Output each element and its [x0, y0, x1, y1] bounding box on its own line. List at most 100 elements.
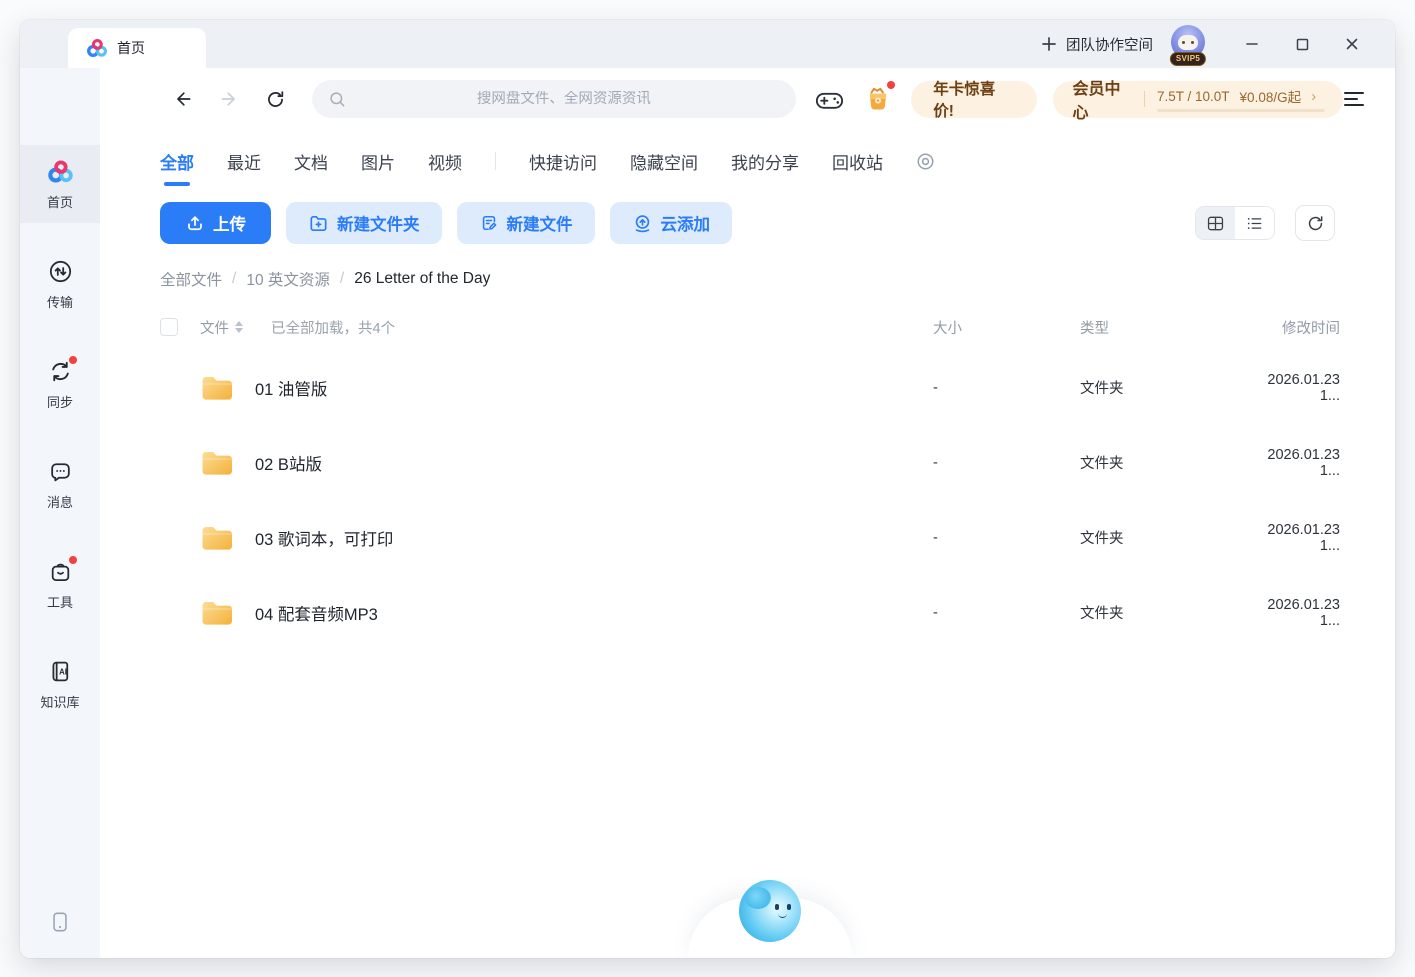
tab-home[interactable]: 首页: [68, 28, 206, 68]
file-size: -: [933, 530, 1080, 546]
gift-badge-dot: [887, 81, 895, 89]
file-name: 03 歌词本，可打印: [255, 526, 393, 550]
folder-icon: [200, 523, 235, 552]
file-type: 文件夹: [1080, 527, 1245, 548]
sidebar-item-sync[interactable]: 同步: [20, 345, 100, 423]
file-row[interactable]: 02 B站版 - 文件夹 2026.01.23 1...: [100, 425, 1395, 500]
sidebar-item-label: 传输: [47, 292, 73, 311]
storage-usage-text: 7.5T / 10.0T: [1157, 89, 1230, 104]
ai-assistant-mascot[interactable]: [688, 886, 852, 958]
gift-bag-icon[interactable]: [863, 84, 893, 114]
main-menu-icon[interactable]: [1343, 91, 1365, 107]
main-panel: 年卡惊喜价! 会员中心 7.5T / 10.0T ¥0.08/G起 ›: [100, 68, 1395, 958]
storage-summary: 7.5T / 10.0T ¥0.08/G起 ›: [1157, 86, 1325, 112]
sidebar-item-label: 工具: [47, 592, 73, 611]
file-type: 文件夹: [1080, 602, 1245, 623]
file-name: 01 油管版: [255, 376, 327, 400]
file-row[interactable]: 04 配套音频MP3 - 文件夹 2026.01.23 1...: [100, 575, 1395, 650]
mascot-face: [739, 880, 801, 942]
tab-all[interactable]: 全部: [160, 149, 194, 174]
file-size: -: [933, 605, 1080, 621]
tab-hidden-space[interactable]: 隐藏空间: [630, 149, 698, 174]
file-time: 2026.01.23 1...: [1245, 447, 1340, 479]
home-logo-icon: [47, 158, 74, 185]
sidebar-item-label: 消息: [47, 492, 73, 511]
upload-label: 上传: [213, 211, 246, 235]
team-space-button[interactable]: 团队协作空间: [1041, 34, 1153, 55]
vip-divider: [1144, 91, 1145, 107]
breadcrumb-current: 26 Letter of the Day: [354, 270, 490, 288]
tab-recent[interactable]: 最近: [227, 149, 261, 174]
file-name: 04 配套音频MP3: [255, 601, 378, 625]
tab-my-shares[interactable]: 我的分享: [731, 149, 799, 174]
select-all-checkbox[interactable]: [160, 318, 178, 336]
search-input[interactable]: [347, 91, 780, 107]
file-name: 02 B站版: [255, 451, 322, 475]
message-icon: [47, 458, 74, 485]
breadcrumb-root[interactable]: 全部文件: [160, 268, 222, 290]
file-time: 2026.01.23 1...: [1245, 372, 1340, 404]
sidebar-item-label: 首页: [47, 192, 73, 211]
new-folder-button[interactable]: 新建文件夹: [286, 202, 442, 244]
tab-pictures[interactable]: 图片: [361, 149, 395, 174]
cloud-add-icon: [632, 213, 653, 234]
sort-toggle[interactable]: [235, 321, 243, 333]
tabs-settings-icon[interactable]: [916, 152, 935, 171]
search-icon: [328, 90, 347, 109]
storage-progress-track: [1157, 109, 1325, 112]
grid-view-button[interactable]: [1196, 207, 1235, 239]
sidebar-item-transfer[interactable]: 传输: [20, 245, 100, 323]
svg-text:AI: AI: [59, 667, 67, 676]
refresh-list-button[interactable]: [1295, 205, 1335, 241]
new-file-button[interactable]: 新建文件: [457, 202, 595, 244]
forward-button[interactable]: [214, 89, 243, 109]
sidebar: 首页 传输: [20, 68, 100, 958]
tab-videos[interactable]: 视频: [428, 149, 462, 174]
type-column-header: 类型: [1080, 317, 1245, 338]
app-logo-icon: [86, 38, 108, 58]
vip-center-label: 会员中心: [1073, 75, 1133, 123]
app-window: 首页 团队协作空间 SVIP5: [20, 20, 1395, 958]
upload-icon: [185, 213, 205, 233]
tab-recycle-bin[interactable]: 回收站: [832, 149, 883, 174]
toolbar: 年卡惊喜价! 会员中心 7.5T / 10.0T ¥0.08/G起 ›: [100, 68, 1395, 130]
ai-knowledge-icon: AI: [47, 658, 74, 685]
storage-price-text: ¥0.08/G起: [1240, 86, 1302, 106]
back-button[interactable]: [168, 89, 197, 109]
upload-button[interactable]: 上传: [160, 202, 271, 244]
refresh-page-button[interactable]: [261, 89, 290, 110]
titlebar-right: 团队协作空间 SVIP5: [1041, 20, 1395, 68]
games-icon[interactable]: [815, 87, 844, 112]
file-type: 文件夹: [1080, 452, 1245, 473]
search-bar[interactable]: [312, 80, 796, 118]
promo-button[interactable]: 年卡惊喜价!: [911, 81, 1036, 118]
file-row[interactable]: 01 油管版 - 文件夹 2026.01.23 1...: [100, 350, 1395, 425]
breadcrumb-parent[interactable]: 10 英文资源: [246, 268, 330, 290]
vip-center-button[interactable]: 会员中心 7.5T / 10.0T ¥0.08/G起 ›: [1053, 81, 1343, 118]
file-row[interactable]: 03 歌词本，可打印 - 文件夹 2026.01.23 1...: [100, 500, 1395, 575]
maximize-button[interactable]: [1277, 20, 1327, 68]
category-tabs: 全部 最近 文档 图片 视频 快捷访问 隐藏空间 我的分享 回收站: [160, 142, 1395, 180]
sidebar-item-messages[interactable]: 消息: [20, 445, 100, 523]
minimize-button[interactable]: [1227, 20, 1277, 68]
user-avatar[interactable]: SVIP5: [1169, 22, 1207, 66]
mobile-device-icon[interactable]: [49, 910, 71, 934]
sidebar-item-tools[interactable]: 工具: [20, 545, 100, 623]
transfer-icon: [47, 258, 74, 285]
view-toggle: [1195, 206, 1275, 240]
action-bar: 上传 新建文件夹: [160, 202, 1335, 244]
new-file-label: 新建文件: [507, 211, 573, 235]
tab-documents[interactable]: 文档: [294, 149, 328, 174]
tab-quick-access[interactable]: 快捷访问: [529, 149, 597, 174]
sidebar-item-home[interactable]: 首页: [20, 145, 100, 223]
sync-badge-dot: [69, 356, 77, 364]
tools-badge-dot: [69, 556, 77, 564]
new-folder-icon: [308, 213, 329, 234]
titlebar: 首页 团队协作空间 SVIP5: [20, 20, 1395, 68]
cloud-add-button[interactable]: 云添加: [610, 202, 733, 244]
file-table-header: 文件 已全部加载，共4个 大小 类型 修改时间: [100, 304, 1395, 350]
list-view-button[interactable]: [1235, 207, 1274, 239]
sidebar-item-knowledge[interactable]: AI 知识库: [20, 645, 100, 723]
close-button[interactable]: [1327, 20, 1377, 68]
team-space-label: 团队协作空间: [1066, 34, 1153, 55]
